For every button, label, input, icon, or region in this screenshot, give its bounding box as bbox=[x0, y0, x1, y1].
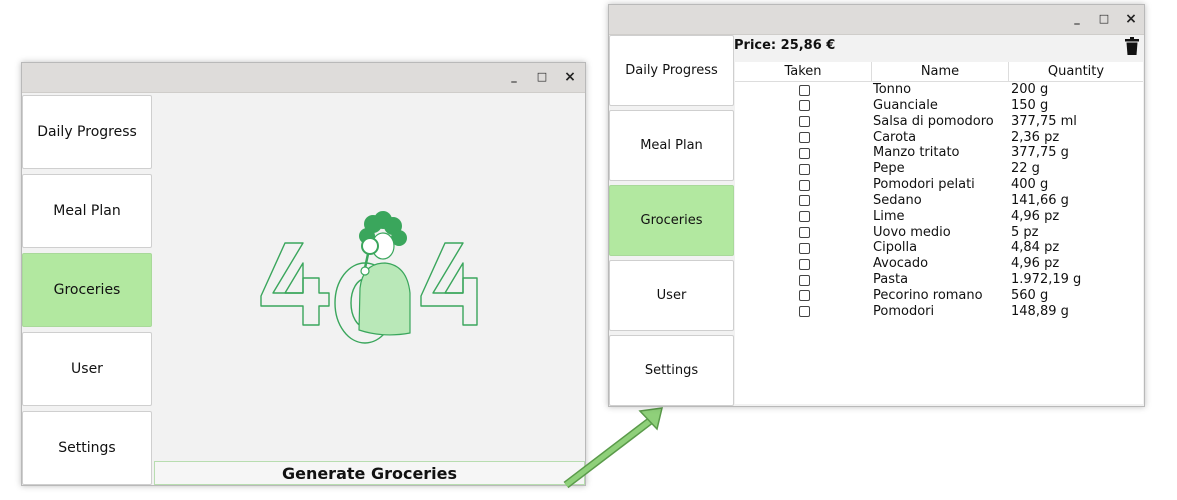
nav-user[interactable]: User bbox=[22, 332, 152, 406]
arrow-icon bbox=[563, 407, 663, 489]
column-header-name[interactable]: Name bbox=[872, 62, 1009, 81]
nav-meal-plan[interactable]: Meal Plan bbox=[22, 174, 152, 248]
taken-checkbox[interactable] bbox=[799, 242, 810, 254]
item-name: Pomodori pelati bbox=[873, 177, 975, 193]
right-titlebar: _ □ × bbox=[609, 5, 1144, 35]
minimize-icon[interactable]: _ bbox=[1068, 11, 1086, 27]
item-name: Guanciale bbox=[873, 97, 938, 113]
item-name: Manzo tritato bbox=[873, 145, 960, 161]
item-quantity: 377,75 ml bbox=[1011, 113, 1077, 129]
table-row: Carota 2,36 pz bbox=[735, 130, 1143, 146]
table-row: Pecorino romano 560 g bbox=[735, 288, 1143, 304]
trash-icon[interactable] bbox=[1125, 37, 1139, 55]
item-quantity: 141,66 g bbox=[1011, 192, 1069, 208]
table-row: Uovo medio 5 pz bbox=[735, 225, 1143, 241]
table-row: Manzo tritato 377,75 g bbox=[735, 145, 1143, 161]
item-quantity: 400 g bbox=[1011, 177, 1049, 193]
item-quantity: 2,36 pz bbox=[1011, 129, 1060, 145]
item-quantity: 150 g bbox=[1011, 97, 1049, 113]
taken-checkbox[interactable] bbox=[799, 84, 810, 96]
taken-checkbox[interactable] bbox=[799, 227, 810, 239]
item-name: Avocado bbox=[873, 256, 929, 272]
item-quantity: 4,84 pz bbox=[1011, 240, 1060, 256]
left-window: _ □ × Daily Progress Meal Plan Groceries… bbox=[21, 62, 586, 486]
taken-checkbox[interactable] bbox=[799, 258, 810, 270]
item-name: Pecorino romano bbox=[873, 287, 983, 303]
groceries-table-body: Tonno 200 g Guanciale 150 g Salsa di pomodor… bbox=[735, 82, 1143, 404]
groceries-table-header: Taken Name Quantity bbox=[735, 62, 1143, 82]
nav-daily-progress[interactable]: Daily Progress bbox=[22, 95, 152, 169]
table-row: Pomodori 148,89 g bbox=[735, 304, 1143, 320]
table-row: Cipolla 4,84 pz bbox=[735, 240, 1143, 256]
left-titlebar: _ □ × bbox=[22, 63, 585, 93]
item-quantity: 22 g bbox=[1011, 161, 1040, 177]
table-row: Lime 4,96 pz bbox=[735, 209, 1143, 225]
item-quantity: 148,89 g bbox=[1011, 303, 1069, 319]
table-row: Pasta 1.972,19 g bbox=[735, 272, 1143, 288]
item-name: Carota bbox=[873, 129, 917, 145]
item-quantity: 377,75 g bbox=[1011, 145, 1069, 161]
item-name: Pepe bbox=[873, 161, 905, 177]
taken-checkbox[interactable] bbox=[799, 306, 810, 318]
item-quantity: 1.972,19 g bbox=[1011, 272, 1082, 288]
nav-daily-progress[interactable]: Daily Progress bbox=[609, 35, 734, 106]
right-window: _ □ × Daily Progress Meal Plan Groceries… bbox=[608, 4, 1145, 407]
taken-checkbox[interactable] bbox=[799, 100, 810, 112]
item-quantity: 200 g bbox=[1011, 82, 1049, 97]
taken-checkbox[interactable] bbox=[799, 290, 810, 302]
maximize-icon[interactable]: □ bbox=[533, 69, 551, 85]
nav-groceries[interactable]: Groceries bbox=[609, 185, 734, 256]
item-name: Sedano bbox=[873, 192, 922, 208]
maximize-icon[interactable]: □ bbox=[1095, 11, 1113, 27]
taken-checkbox[interactable] bbox=[799, 195, 810, 207]
nav-settings[interactable]: Settings bbox=[609, 335, 734, 406]
item-name: Pasta bbox=[873, 272, 909, 288]
close-icon[interactable]: × bbox=[561, 69, 579, 85]
taken-checkbox[interactable] bbox=[799, 274, 810, 286]
table-row: Tonno 200 g bbox=[735, 82, 1143, 98]
item-name: Lime bbox=[873, 208, 905, 224]
taken-checkbox[interactable] bbox=[799, 211, 810, 223]
nav-groceries[interactable]: Groceries bbox=[22, 253, 152, 327]
item-name: Pomodori bbox=[873, 303, 935, 319]
item-quantity: 4,96 pz bbox=[1011, 256, 1060, 272]
item-name: Salsa di pomodoro bbox=[873, 113, 994, 129]
table-row: Pepe 22 g bbox=[735, 161, 1143, 177]
generate-groceries-button[interactable]: Generate Groceries bbox=[154, 461, 585, 485]
minimize-icon[interactable]: _ bbox=[505, 69, 523, 85]
item-name: Uovo medio bbox=[873, 224, 951, 240]
nav-settings[interactable]: Settings bbox=[22, 411, 152, 485]
taken-checkbox[interactable] bbox=[799, 132, 810, 144]
item-name: Cipolla bbox=[873, 240, 918, 256]
table-row: Avocado 4,96 pz bbox=[735, 256, 1143, 272]
item-quantity: 4,96 pz bbox=[1011, 208, 1060, 224]
table-row: Salsa di pomodoro 377,75 ml bbox=[735, 114, 1143, 130]
taken-checkbox[interactable] bbox=[799, 179, 810, 191]
close-icon[interactable]: × bbox=[1122, 11, 1140, 27]
item-quantity: 560 g bbox=[1011, 287, 1049, 303]
table-row: Sedano 141,66 g bbox=[735, 193, 1143, 209]
table-row: Guanciale 150 g bbox=[735, 98, 1143, 114]
item-name: Tonno bbox=[873, 82, 912, 97]
taken-checkbox[interactable] bbox=[799, 163, 810, 175]
taken-checkbox[interactable] bbox=[799, 116, 810, 128]
column-header-taken[interactable]: Taken bbox=[735, 62, 872, 81]
taken-checkbox[interactable] bbox=[799, 147, 810, 159]
column-header-quantity[interactable]: Quantity bbox=[1009, 62, 1143, 81]
nav-meal-plan[interactable]: Meal Plan bbox=[609, 110, 734, 181]
nav-user[interactable]: User bbox=[609, 260, 734, 331]
404-illustration bbox=[260, 211, 478, 344]
price-label: Price: 25,86 € bbox=[734, 38, 836, 53]
item-quantity: 5 pz bbox=[1011, 224, 1039, 240]
table-row: Pomodori pelati 400 g bbox=[735, 177, 1143, 193]
